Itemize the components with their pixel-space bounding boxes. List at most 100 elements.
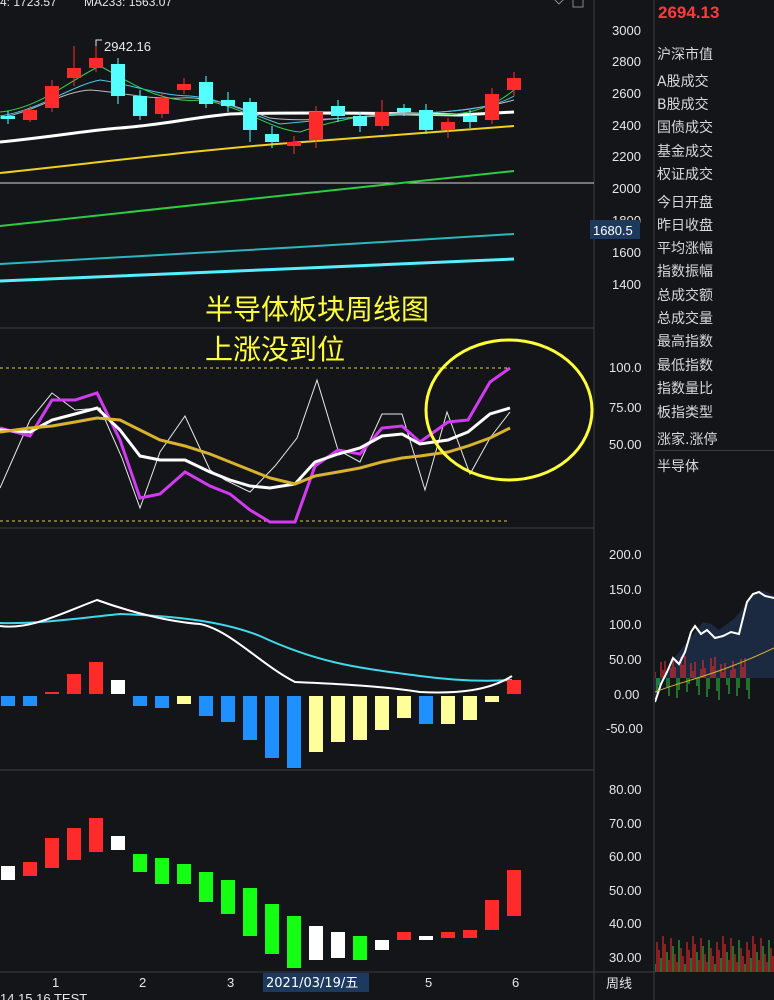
candle-body — [507, 78, 521, 90]
side-item: 基金成交 — [657, 144, 713, 160]
bottom-bar — [177, 864, 191, 884]
side-separator — [655, 450, 774, 451]
price-tick: 1400 — [612, 277, 641, 292]
macd-bar — [133, 696, 147, 706]
indicator-lines — [0, 366, 511, 524]
candle-body — [243, 102, 257, 130]
macd-bar — [111, 680, 125, 694]
candle-body — [221, 100, 235, 106]
candle-body — [67, 68, 81, 78]
period-label[interactable]: 周线 — [606, 977, 632, 992]
bottom-tick: 30.00 — [609, 950, 642, 965]
candle-body — [375, 112, 389, 126]
indicator-tick: 50.00 — [609, 437, 642, 452]
macd-tick: 150.0 — [609, 582, 642, 597]
side-item: 总成交额 — [657, 288, 713, 304]
bottom-bar — [485, 900, 499, 930]
macd-bar — [265, 696, 279, 758]
candle-body — [199, 82, 213, 104]
macd-bar — [1, 696, 15, 706]
crosshair-value: 1680.5 — [593, 223, 633, 238]
highlight-circle — [424, 338, 594, 482]
peak-label: 2942.16 — [104, 39, 151, 54]
bottom-bar — [507, 870, 521, 916]
ma-mid-teal — [0, 233, 515, 265]
macd-tick: -50.00 — [606, 721, 643, 736]
candle-body — [133, 96, 147, 116]
macd-tick: 50.00 — [609, 652, 642, 667]
time-axis: 1 2 3 2021/03/19/五 5 6 周线 14 15 16 TEST — [0, 973, 632, 1000]
time-label: 5 — [425, 975, 432, 990]
bottom-bar — [265, 904, 279, 954]
mini-bottom-bars — [655, 936, 774, 972]
macd-bar — [67, 674, 81, 694]
candle-body — [463, 116, 477, 122]
candlesticks[interactable] — [1, 44, 521, 154]
macd-bar — [397, 696, 411, 718]
bottom-tick: 50.00 — [609, 883, 642, 898]
pane-settings-icon[interactable] — [553, 0, 584, 8]
bottom-bar — [89, 818, 103, 852]
candle-body — [397, 108, 411, 112]
candle-body — [265, 134, 279, 142]
side-item: 昨日收盘 — [657, 218, 713, 234]
candle-body — [353, 116, 367, 126]
bottom-bar — [463, 930, 477, 938]
bottom-axis: 80.00 70.00 60.00 50.00 40.00 30.00 — [609, 782, 642, 965]
stock-chart[interactable]: 4: 1723.57 MA233: 1563.07 3000 2800 2600… — [0, 0, 655, 1000]
bottom-tick: 60.00 — [609, 849, 642, 864]
candle-body — [441, 122, 455, 130]
side-item: 半导体 — [657, 459, 699, 475]
macd-dea-cyan — [0, 612, 513, 682]
macd-bar — [177, 696, 191, 704]
bottom-bar — [287, 916, 301, 968]
macd-bar — [155, 696, 169, 708]
candle-body — [177, 84, 191, 90]
bottom-bar — [419, 936, 433, 940]
bottom-bar — [133, 854, 147, 872]
side-item: 国债成交 — [657, 120, 713, 136]
bottom-histogram[interactable] — [1, 818, 521, 968]
bottom-tick: 80.00 — [609, 782, 642, 797]
candle-body — [287, 142, 301, 146]
macd-bar — [375, 696, 389, 730]
bottom-bar — [331, 932, 345, 958]
candle-body — [331, 106, 345, 116]
bottom-bar — [23, 862, 37, 876]
bottom-bar — [155, 858, 169, 884]
side-item: 今日开盘 — [657, 195, 713, 211]
indicator-gold — [0, 416, 511, 486]
price-tick: 2000 — [612, 181, 641, 196]
macd-bar — [507, 680, 521, 694]
macd-tick: 200.0 — [609, 547, 642, 562]
side-item: 涨家.涨停 — [657, 432, 718, 448]
indicator-tick: 100.0 — [609, 360, 642, 375]
time-label: 2 — [139, 975, 146, 990]
price-tick: 2600 — [612, 86, 641, 101]
side-item: 沪深市值 — [657, 47, 713, 63]
indicator-tick: 75.00 — [609, 400, 642, 415]
moving-averages — [0, 65, 515, 283]
bottom-tab-row[interactable]: 14 15 16 TEST — [0, 991, 87, 1000]
bottom-bar — [243, 888, 257, 936]
macd-bar — [243, 696, 257, 740]
bottom-tick: 70.00 — [609, 816, 642, 831]
macd-bar — [353, 696, 367, 740]
bottom-bar — [441, 932, 455, 938]
side-item: B股成交 — [657, 97, 709, 113]
price-axis: 3000 2800 2600 2400 2200 2000 1800 1600 … — [612, 23, 641, 292]
indicator-magenta — [0, 366, 511, 524]
macd-bar — [89, 662, 103, 694]
side-item: 权证成交 — [657, 167, 713, 183]
side-item: 平均涨幅 — [657, 241, 713, 257]
macd-tick: 100.0 — [609, 617, 642, 632]
macd-bar — [419, 696, 433, 724]
side-item: A股成交 — [657, 74, 709, 90]
macd-bar — [441, 696, 455, 724]
macd-bar — [485, 696, 499, 702]
side-item: 最高指数 — [657, 334, 713, 350]
bottom-bar — [375, 940, 389, 950]
macd-bar — [45, 692, 59, 694]
price-tick: 2200 — [612, 149, 641, 164]
candle-body — [485, 94, 499, 120]
